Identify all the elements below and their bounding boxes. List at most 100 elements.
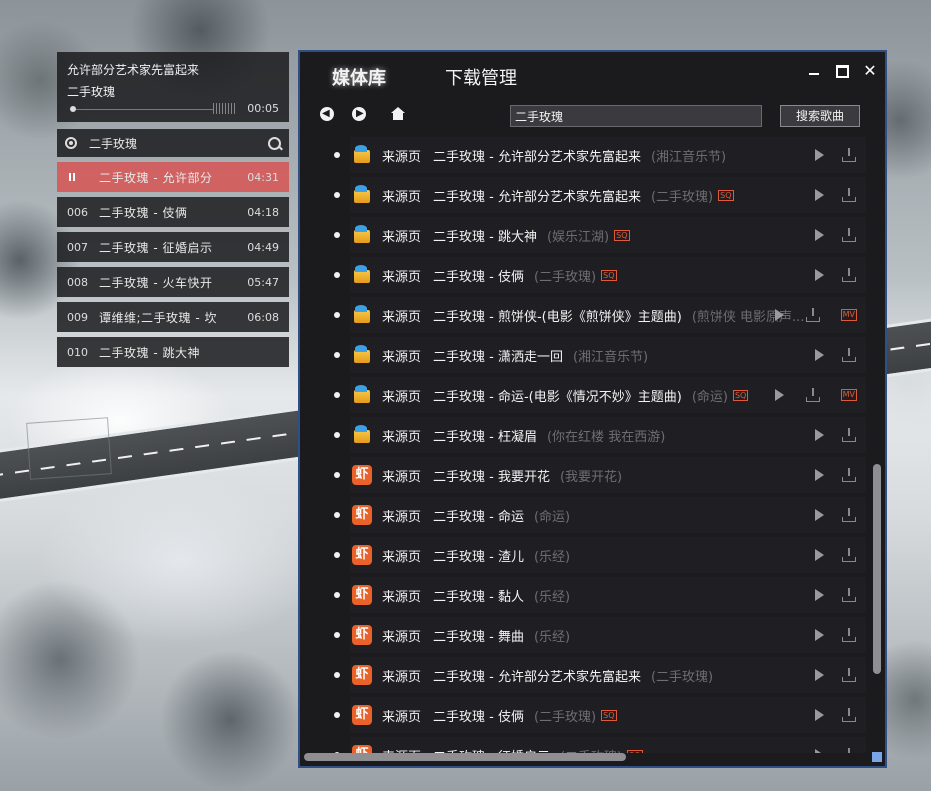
- play-icon[interactable]: [815, 629, 824, 641]
- progress-bar[interactable]: 00:05: [67, 102, 279, 116]
- mv-badge[interactable]: MV: [840, 389, 857, 401]
- source-link[interactable]: 来源页: [382, 226, 421, 245]
- download-icon[interactable]: [842, 428, 856, 442]
- play-icon[interactable]: [815, 189, 824, 201]
- playlist-row[interactable]: 二手玫瑰 - 允许部分 04:31: [57, 162, 289, 192]
- search-input[interactable]: [510, 105, 762, 127]
- progress-track[interactable]: [73, 109, 213, 110]
- play-icon[interactable]: [815, 269, 824, 281]
- download-icon[interactable]: [842, 548, 856, 562]
- download-icon[interactable]: [842, 188, 856, 202]
- sq-badge: SQ: [718, 189, 734, 201]
- search-icon[interactable]: [268, 136, 281, 150]
- play-icon[interactable]: [815, 229, 824, 241]
- download-icon[interactable]: [806, 388, 820, 402]
- result-row[interactable]: 来源页 二手玫瑰 - 跳大神 (娱乐江湖) SQ: [334, 217, 866, 253]
- result-row[interactable]: 来源页 二手玫瑰 - 命运-(电影《情况不妙》主题曲) (命运) SQ MV: [334, 377, 866, 413]
- playlist-row[interactable]: 009 谭维维;二手玫瑰 - 坎 06:08: [57, 302, 289, 332]
- source-box-icon: [352, 385, 372, 405]
- result-row[interactable]: 虾来源页 二手玫瑰 - 命运 (命运): [334, 497, 866, 533]
- play-icon[interactable]: [815, 589, 824, 601]
- download-icon[interactable]: [842, 668, 856, 682]
- play-icon[interactable]: [815, 349, 824, 361]
- result-row[interactable]: 虾来源页 二手玫瑰 - 允许部分艺术家先富起来 (二手玫瑰): [334, 657, 866, 693]
- playlist-row[interactable]: 007 二手玫瑰 - 征婚启示 04:49: [57, 232, 289, 262]
- source-link[interactable]: 来源页: [382, 346, 421, 365]
- tab-download-manager[interactable]: 下载管理: [445, 64, 517, 90]
- source-link[interactable]: 来源页: [382, 626, 421, 645]
- download-icon[interactable]: [842, 468, 856, 482]
- source-link[interactable]: 来源页: [382, 586, 421, 605]
- result-row[interactable]: 来源页 二手玫瑰 - 允许部分艺术家先富起来 (湘江音乐节): [334, 137, 866, 173]
- playlist-row[interactable]: 006 二手玫瑰 - 伎俩 04:18: [57, 197, 289, 227]
- download-icon[interactable]: [842, 348, 856, 362]
- play-icon[interactable]: [815, 709, 824, 721]
- progress-knob[interactable]: [70, 106, 76, 112]
- pause-icon[interactable]: [67, 170, 99, 184]
- play-icon[interactable]: [815, 429, 824, 441]
- play-icon[interactable]: [815, 749, 824, 753]
- minimize-button[interactable]: [805, 62, 823, 80]
- result-row[interactable]: 虾来源页 二手玫瑰 - 伎俩 (二手玫瑰) SQ: [334, 697, 866, 733]
- result-row[interactable]: 虾来源页 二手玫瑰 - 舞曲 (乐经): [334, 617, 866, 653]
- source-link[interactable]: 来源页: [382, 746, 421, 754]
- result-row[interactable]: 虾来源页 二手玫瑰 - 渣儿 (乐经): [334, 537, 866, 573]
- resize-grip[interactable]: [872, 752, 882, 762]
- back-button[interactable]: ◀: [320, 107, 334, 121]
- tab-media-library[interactable]: 媒体库: [332, 64, 386, 90]
- download-icon[interactable]: [842, 708, 856, 722]
- source-link[interactable]: 来源页: [382, 386, 421, 405]
- source-link[interactable]: 来源页: [382, 666, 421, 685]
- maximize-button[interactable]: [833, 62, 851, 80]
- source-link[interactable]: 来源页: [382, 426, 421, 445]
- mv-badge[interactable]: MV: [840, 309, 857, 321]
- source-xia-icon: 虾: [352, 745, 372, 753]
- download-icon[interactable]: [842, 628, 856, 642]
- mini-search-bar[interactable]: 二手玫瑰: [57, 129, 289, 157]
- result-row[interactable]: 来源页 二手玫瑰 - 允许部分艺术家先富起来 (二手玫瑰) SQ: [334, 177, 866, 213]
- result-row[interactable]: 来源页 二手玫瑰 - 伎俩 (二手玫瑰) SQ: [334, 257, 866, 293]
- result-row[interactable]: 来源页 二手玫瑰 - 潇洒走一回 (湘江音乐节): [334, 337, 866, 373]
- bullet-icon: [334, 232, 340, 238]
- forward-button[interactable]: ▶: [352, 107, 366, 121]
- horizontal-scrollbar[interactable]: [304, 753, 626, 761]
- source-link[interactable]: 来源页: [382, 466, 421, 485]
- play-icon[interactable]: [815, 549, 824, 561]
- source-xia-icon: 虾: [352, 705, 372, 725]
- result-row[interactable]: 虾 来源页 二手玫瑰 - 征婚启示 (二手玫瑰) SQ: [334, 737, 866, 754]
- download-icon[interactable]: [842, 268, 856, 282]
- download-icon[interactable]: [842, 588, 856, 602]
- playlist-row[interactable]: 010 二手玫瑰 - 跳大神: [57, 337, 289, 367]
- play-icon[interactable]: [815, 149, 824, 161]
- search-songs-button[interactable]: 搜索歌曲: [780, 105, 860, 127]
- source-link[interactable]: 来源页: [382, 306, 421, 325]
- mini-search-text[interactable]: 二手玫瑰: [89, 135, 268, 152]
- close-button[interactable]: ✕: [861, 62, 879, 80]
- result-row[interactable]: 虾来源页 二手玫瑰 - 我要开花 (我要开花): [334, 457, 866, 493]
- play-icon[interactable]: [815, 509, 824, 521]
- download-icon[interactable]: [842, 748, 856, 753]
- source-link[interactable]: 来源页: [382, 506, 421, 525]
- play-icon[interactable]: [775, 389, 784, 401]
- download-icon[interactable]: [842, 228, 856, 242]
- result-row[interactable]: 来源页 二手玫瑰 - 煎饼侠-(电影《煎饼侠》主题曲) (煎饼侠 电影原声... MV: [334, 297, 866, 333]
- source-link[interactable]: 来源页: [382, 706, 421, 725]
- vertical-scrollbar[interactable]: [873, 464, 881, 674]
- result-row[interactable]: 虾来源页 二手玫瑰 - 黏人 (乐经): [334, 577, 866, 613]
- source-link[interactable]: 来源页: [382, 546, 421, 565]
- result-row[interactable]: 来源页 二手玫瑰 - 枉凝眉 (你在红楼 我在西游): [334, 417, 866, 453]
- download-icon[interactable]: [842, 508, 856, 522]
- home-icon[interactable]: [390, 107, 406, 121]
- album-name: (湘江音乐节): [650, 149, 727, 165]
- play-icon[interactable]: [775, 309, 784, 321]
- source-link[interactable]: 来源页: [382, 146, 421, 165]
- playlist-row[interactable]: 008 二手玫瑰 - 火车快开 05:47: [57, 267, 289, 297]
- source-link[interactable]: 来源页: [382, 186, 421, 205]
- play-icon[interactable]: [815, 669, 824, 681]
- source-link[interactable]: 来源页: [382, 266, 421, 285]
- download-icon[interactable]: [806, 308, 820, 322]
- mini-playlist: 二手玫瑰 - 允许部分 04:31 006 二手玫瑰 - 伎俩 04:18 007 二手玫瑰…: [57, 162, 289, 367]
- play-icon[interactable]: [815, 469, 824, 481]
- track-duration: 06:08: [247, 310, 279, 324]
- download-icon[interactable]: [842, 148, 856, 162]
